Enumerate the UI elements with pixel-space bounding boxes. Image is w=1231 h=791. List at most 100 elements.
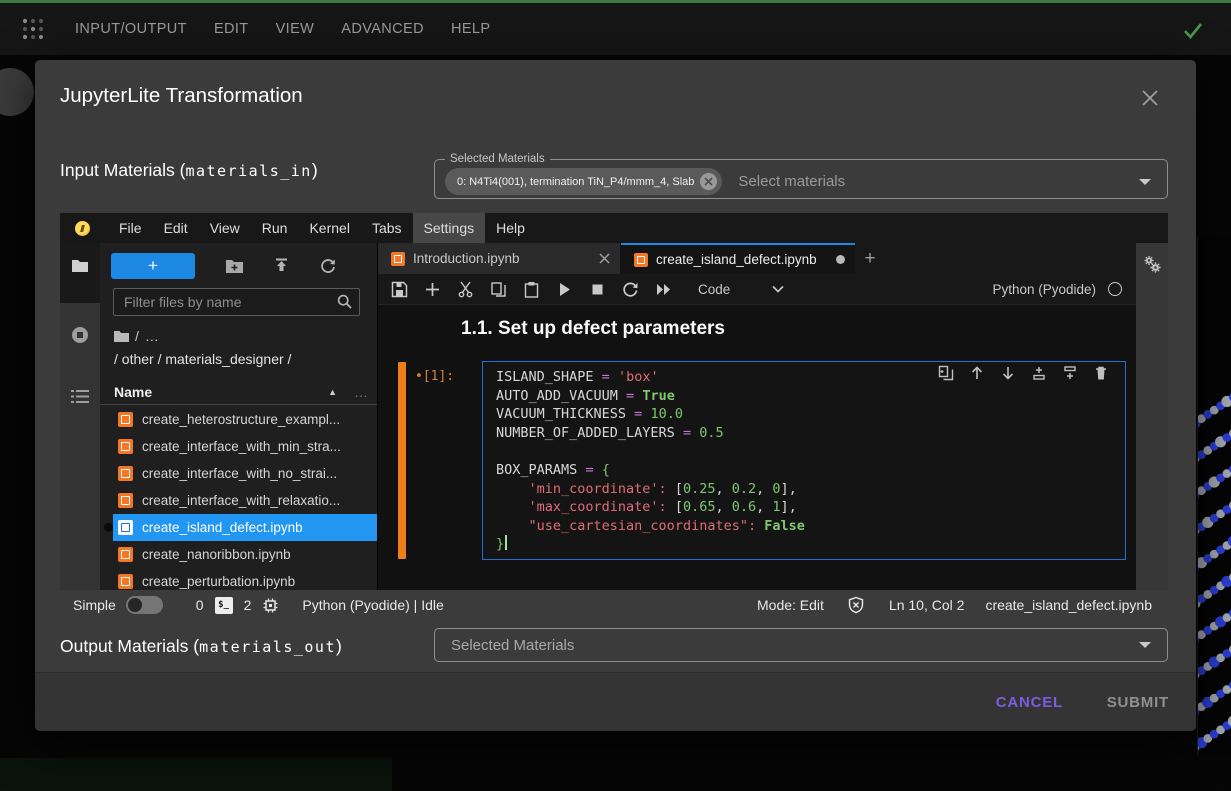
filter-files-input[interactable] [113, 288, 360, 316]
notebook-panel: Introduction.ipynb create_island_defect.… [378, 243, 1136, 590]
new-folder-icon[interactable] [226, 259, 243, 273]
jmenu-edit[interactable]: Edit [153, 213, 199, 243]
left-activity-bar [60, 243, 100, 590]
name-column-header[interactable]: Name [114, 384, 152, 400]
file-row[interactable]: create_nanoribbon.ipynb [100, 541, 377, 568]
cut-icon[interactable] [457, 281, 474, 298]
code-line: } [496, 535, 1125, 554]
add-cell-icon[interactable] [424, 281, 441, 298]
menu-advanced[interactable]: ADVANCED [341, 21, 424, 37]
jmenu-run[interactable]: Run [251, 213, 299, 243]
restart-run-all-icon[interactable] [655, 281, 672, 298]
sort-ascending-icon: ▲ [328, 387, 337, 397]
running-kernels-tab-icon[interactable] [71, 326, 89, 344]
markdown-heading: 1.1. Set up defect parameters [461, 318, 725, 340]
dropdown-arrow-icon[interactable] [1139, 179, 1151, 185]
cell-toolbar [938, 365, 1109, 381]
menu-edit[interactable]: EDIT [214, 21, 249, 37]
move-cell-up-icon[interactable] [969, 365, 985, 381]
jmenu-settings[interactable]: Settings [413, 213, 486, 243]
move-cell-down-icon[interactable] [1000, 365, 1016, 381]
code-editor[interactable]: ISLAND_SHAPE = 'box'AUTO_ADD_VACUUM = Tr… [482, 361, 1126, 560]
new-tab-button[interactable]: + [855, 243, 885, 274]
jmenu-kernel[interactable]: Kernel [298, 213, 360, 243]
close-icon[interactable] [1140, 88, 1160, 108]
top-app-bar: INPUT/OUTPUT EDIT VIEW ADVANCED HELP [0, 0, 1231, 55]
paste-icon[interactable] [523, 281, 540, 298]
kernel-name[interactable]: Python (Pyodide) [992, 282, 1096, 297]
cursor-position[interactable]: Ln 10, Col 2 [889, 597, 965, 613]
tab-label: Introduction.ipynb [413, 251, 520, 266]
file-name: create_interface_with_relaxatio... [142, 493, 340, 508]
table-of-contents-tab-icon[interactable] [71, 389, 89, 404]
editor-mode[interactable]: Mode: Edit [757, 597, 824, 613]
unsaved-changes-dot [836, 255, 845, 264]
tab-create-island-defect[interactable]: create_island_defect.ipynb [621, 243, 855, 274]
apps-grid-icon[interactable] [21, 17, 45, 41]
breadcrumb-ellipsis[interactable]: … [145, 328, 159, 344]
kernels-count[interactable]: 2 [244, 597, 252, 613]
stop-icon[interactable] [589, 281, 606, 298]
copy-icon[interactable] [490, 281, 507, 298]
restart-kernel-icon[interactable] [622, 281, 639, 298]
new-launcher-button[interactable]: + [111, 253, 195, 279]
file-row[interactable]: create_interface_with_relaxatio... [100, 487, 377, 514]
file-browser-tab-icon[interactable] [71, 258, 89, 273]
file-row[interactable]: create_heterostructure_exampl... [100, 406, 377, 433]
home-folder-icon[interactable] [114, 330, 129, 342]
tab-close-icon[interactable] [599, 253, 610, 264]
jmenu-help[interactable]: Help [485, 213, 536, 243]
search-icon [337, 294, 352, 309]
file-name: create_heterostructure_exampl... [142, 412, 340, 427]
breadcrumb-path[interactable]: / other / materials_designer / [114, 351, 291, 367]
breadcrumb: / … [114, 328, 159, 344]
tab-introduction[interactable]: Introduction.ipynb [378, 243, 621, 274]
upload-icon[interactable] [274, 258, 289, 274]
kernel-status-text[interactable]: Python (Pyodide) | Idle [302, 597, 443, 613]
file-row[interactable]: create_interface_with_min_stra... [100, 433, 377, 460]
cell-type-select[interactable]: Code [698, 282, 730, 297]
cell-type-chevron-icon[interactable] [772, 285, 784, 293]
file-row[interactable]: create_interface_with_no_strai... [100, 460, 377, 487]
selected-materials-select[interactable]: Selected Materials 0: N4Ti4(001), termin… [434, 153, 1168, 199]
check-icon[interactable] [1181, 18, 1205, 42]
tab-label: create_island_defect.ipynb [656, 252, 817, 267]
screen: INPUT/OUTPUT EDIT VIEW ADVANCED HELP Jup… [0, 0, 1231, 791]
file-row-selected[interactable]: create_island_defect.ipynb [100, 514, 377, 541]
cell-collapser[interactable] [398, 362, 406, 559]
kernel-status-icon[interactable] [1108, 282, 1122, 296]
submit-button[interactable]: SUBMIT [1107, 694, 1169, 711]
simple-mode-toggle[interactable] [126, 596, 163, 614]
simple-mode-label: Simple [73, 597, 116, 613]
run-icon[interactable] [556, 281, 573, 298]
file-list: create_heterostructure_exampl... create_… [100, 406, 377, 595]
breadcrumb-root[interactable]: / [135, 328, 139, 344]
menu-help[interactable]: HELP [451, 21, 490, 37]
menu-input-output[interactable]: INPUT/OUTPUT [75, 21, 187, 37]
property-inspector-gears-icon[interactable] [1143, 255, 1162, 274]
code-line: VACUUM_THICKNESS = 10.0 [496, 405, 1125, 424]
dropdown-arrow-icon[interactable] [1139, 642, 1151, 648]
jmenu-file[interactable]: File [108, 213, 153, 243]
terminals-count[interactable]: 0 [196, 597, 204, 613]
notebook-file-icon [391, 252, 405, 266]
jmenu-view[interactable]: View [199, 213, 251, 243]
delete-cell-icon[interactable] [1093, 365, 1109, 381]
file-list-header[interactable]: Name ▲ … [100, 380, 377, 405]
notebook-file-icon [118, 412, 133, 427]
output-materials-label: Output Materials (materials_out) [60, 636, 342, 657]
jmenu-tabs[interactable]: Tabs [361, 213, 413, 243]
material-chip[interactable]: 0: N4Ti4(001), termination TiN_P4/mmm_4,… [445, 168, 722, 195]
cancel-button[interactable]: CANCEL [996, 694, 1063, 711]
chip-delete-icon[interactable] [700, 173, 717, 190]
insert-cell-below-icon[interactable] [1062, 365, 1078, 381]
output-materials-select[interactable]: Selected Materials [434, 628, 1168, 662]
refresh-icon[interactable] [320, 258, 336, 274]
save-icon[interactable] [391, 281, 408, 298]
more-columns-icon[interactable]: … [354, 384, 369, 400]
selected-materials-legend: Selected Materials [445, 153, 550, 165]
insert-cell-above-icon[interactable] [1031, 365, 1047, 381]
trust-shield-icon[interactable] [847, 596, 865, 614]
menu-view[interactable]: VIEW [276, 21, 315, 37]
duplicate-cell-icon[interactable] [938, 365, 954, 381]
